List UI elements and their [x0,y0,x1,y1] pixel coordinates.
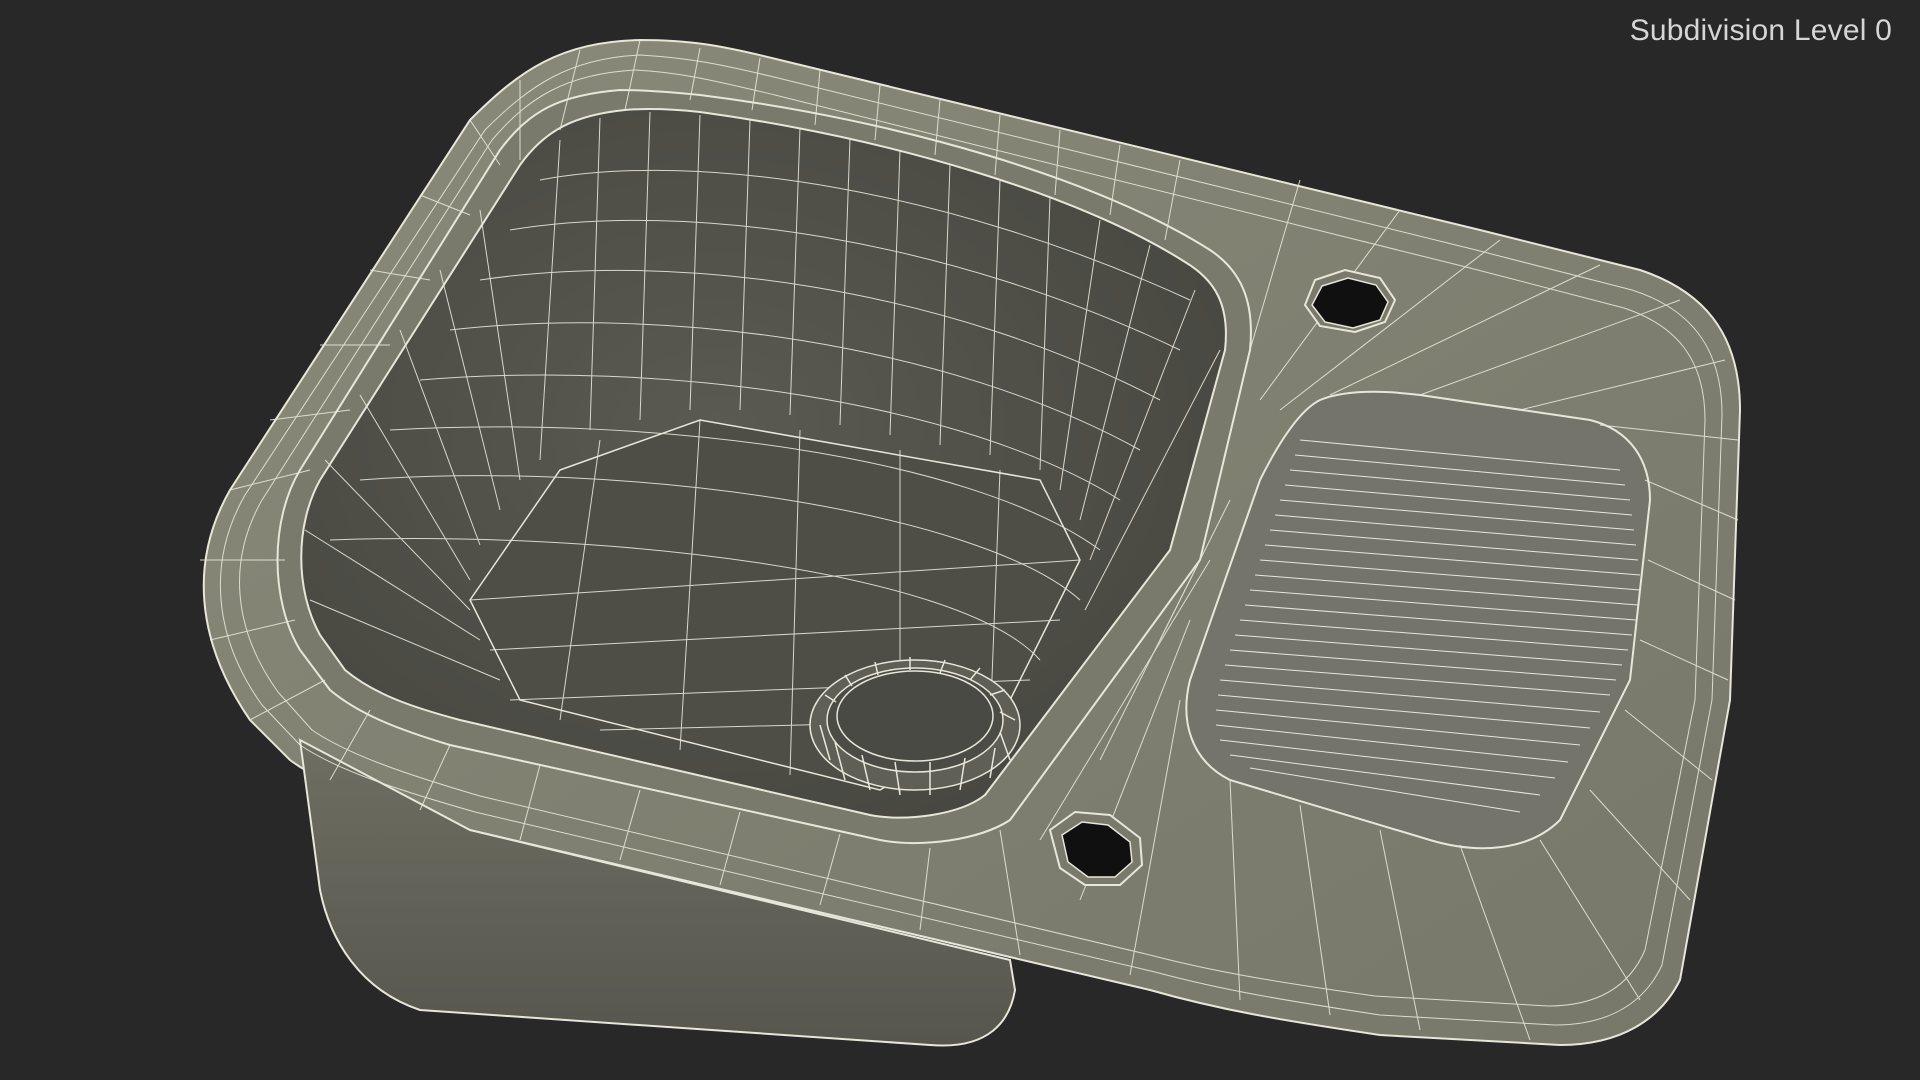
subdivision-level-label: Subdivision Level 0 [1629,14,1892,47]
3d-viewport[interactable]: Subdivision Level 0 [0,0,1920,1080]
sink-wireframe-render [200,38,1742,1047]
faucet-hole [1303,268,1397,334]
